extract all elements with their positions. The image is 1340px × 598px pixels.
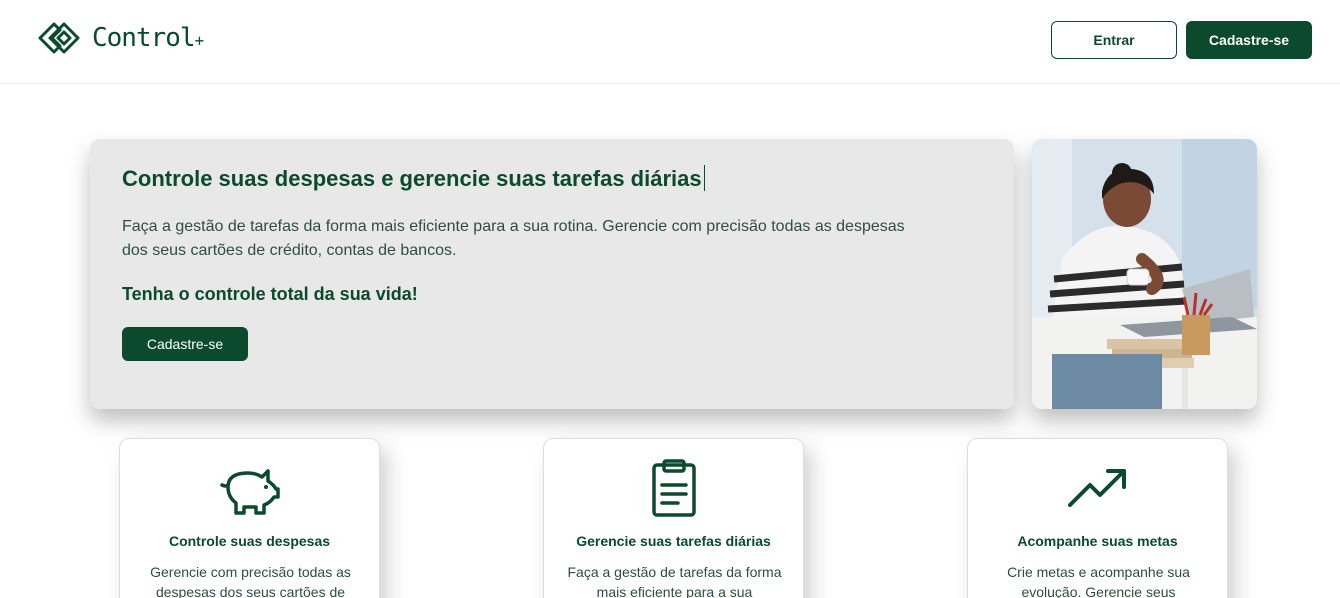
- top-header: Control+ Entrar Cadastre-se: [0, 0, 1340, 84]
- hero-title: Controle suas despesas e gerencie suas t…: [122, 165, 705, 192]
- brand-name: Control+: [92, 23, 204, 53]
- signup-button[interactable]: Cadastre-se: [1186, 21, 1312, 59]
- hero-description: Faça a gestão de tarefas da forma mais e…: [122, 218, 905, 259]
- feature-title: Gerencie suas tarefas diárias: [576, 533, 771, 549]
- feature-card-expenses: Controle suas despesas Gerencie com prec…: [119, 438, 380, 598]
- hero-card: Controle suas despesas e gerencie suas t…: [90, 139, 1014, 409]
- text-caret: [703, 165, 705, 191]
- hero-signup-button[interactable]: Cadastre-se: [122, 327, 248, 361]
- feature-title: Acompanhe suas metas: [1017, 533, 1178, 549]
- feature-text: Gerencie com precisão todas as despesas …: [150, 564, 351, 598]
- feature-text: Faça a gestão de tarefas da forma mais e…: [567, 564, 782, 598]
- feature-text: Crie metas e acompanhe sua evolução. Ger…: [1007, 564, 1190, 598]
- trending-up-icon: [1067, 469, 1126, 507]
- hero-photo: [1032, 139, 1257, 409]
- piggy-bank-icon: [219, 469, 280, 515]
- feature-title: Controle suas despesas: [168, 533, 331, 549]
- brand-logo[interactable]: Control+: [36, 18, 204, 58]
- hero-subtitle: Tenha o controle total da sua vida!: [122, 284, 418, 304]
- logo-diamond-icon: [38, 22, 80, 54]
- woman-laptop-illustration: [1032, 139, 1257, 409]
- clipboard-icon: [651, 459, 696, 517]
- login-button[interactable]: Entrar: [1051, 21, 1177, 59]
- feature-card-goals: Acompanhe suas metas Crie metas e acompa…: [967, 438, 1228, 598]
- feature-card-tasks: Gerencie suas tarefas diárias Faça a ges…: [543, 438, 804, 598]
